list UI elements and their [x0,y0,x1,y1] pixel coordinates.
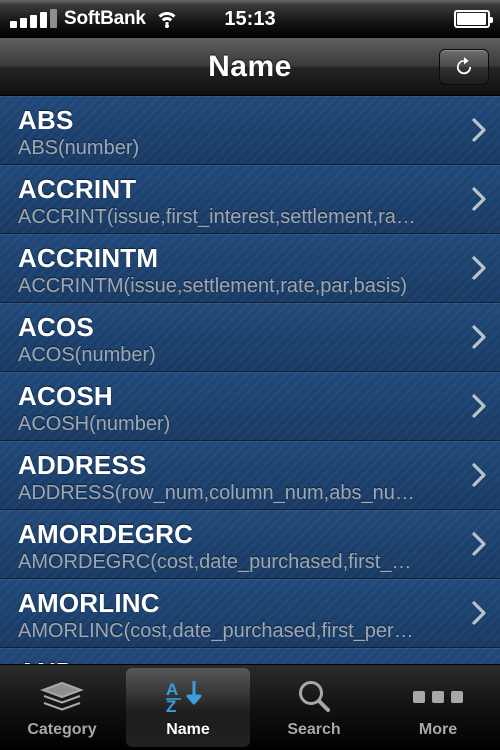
tab-category[interactable]: Category [0,665,124,750]
list-item[interactable]: AMORDEGRC AMORDEGRC(cost,date_purchased,… [0,510,500,579]
chevron-right-icon [472,187,486,211]
status-bar: SoftBank 15:13 [0,0,500,38]
nav-bar: Name [0,38,500,96]
wifi-icon [154,10,179,29]
tab-more-label: More [418,720,458,738]
chevron-right-icon [472,532,486,556]
list-item-name: AMORLINC [18,588,160,618]
battery-icon [454,10,493,28]
list-item-name: ACOSH [18,381,113,411]
list-item-name: ACOS [18,312,94,342]
tab-search-label: Search [287,720,341,738]
list-item[interactable]: ACCRINTM ACCRINTM(issue,settlement,rate,… [0,234,500,303]
app-root: SoftBank 15:13 Name ABS ABS(number) ACCR… [0,0,500,750]
list-item-syntax: ACOS(number) [18,344,156,366]
list-item-name: ABS [18,105,74,135]
az-sort-icon: A Z [164,677,212,717]
carrier-label: SoftBank [64,8,146,29]
list-item[interactable]: ADDRESS ADDRESS(row_num,column_num,abs_n… [0,441,500,510]
page-title: Name [208,49,292,83]
function-list[interactable]: ABS ABS(number) ACCRINT ACCRINT(issue,fi… [0,96,500,664]
tab-name-label: Name [166,720,210,738]
list-item[interactable]: AND [0,648,500,664]
stack-icon [40,677,84,717]
list-item-syntax: AMORDEGRC(cost,date_purchased,first_… [18,551,412,573]
chevron-right-icon [472,394,486,418]
refresh-icon [453,56,475,78]
tab-category-label: Category [27,720,97,738]
list-item-syntax: ACOSH(number) [18,413,171,435]
list-item[interactable]: AMORLINC AMORLINC(cost,date_purchased,fi… [0,579,500,648]
tab-bar: Category A Z Name Search More [0,664,500,750]
chevron-right-icon [472,256,486,280]
list-item[interactable]: ACCRINT ACCRINT(issue,first_interest,set… [0,165,500,234]
list-item-syntax: ABS(number) [18,137,140,159]
refresh-button[interactable] [439,49,489,85]
list-item-name: AND [18,657,460,664]
tab-more[interactable]: More [376,665,500,750]
signal-bars-icon [10,9,57,28]
status-bar-right [454,10,493,28]
more-dots-icon [413,677,463,717]
list-item-name: ACCRINT [18,174,137,204]
list-item[interactable]: ACOS ACOS(number) [0,303,500,372]
list-item[interactable]: ABS ABS(number) [0,96,500,165]
list-item[interactable]: ACOSH ACOSH(number) [0,372,500,441]
tab-search[interactable]: Search [252,665,376,750]
list-item-syntax: AMORLINC(cost,date_purchased,first_per… [18,620,414,642]
list-item-syntax: ACCRINTM(issue,settlement,rate,par,basis… [18,275,408,297]
list-item-syntax: ADDRESS(row_num,column_num,abs_nu… [18,482,415,504]
chevron-right-icon [472,118,486,142]
list-item-syntax: ACCRINT(issue,first_interest,settlement,… [18,206,416,228]
search-icon [295,677,333,717]
list-item-name: ADDRESS [18,450,147,480]
status-bar-left: SoftBank [10,8,179,30]
chevron-right-icon [472,463,486,487]
list-item-name: ACCRINTM [18,243,159,273]
chevron-right-icon [472,325,486,349]
list-item-name: AMORDEGRC [18,519,194,549]
chevron-right-icon [472,601,486,625]
tab-name[interactable]: A Z Name [126,668,250,747]
